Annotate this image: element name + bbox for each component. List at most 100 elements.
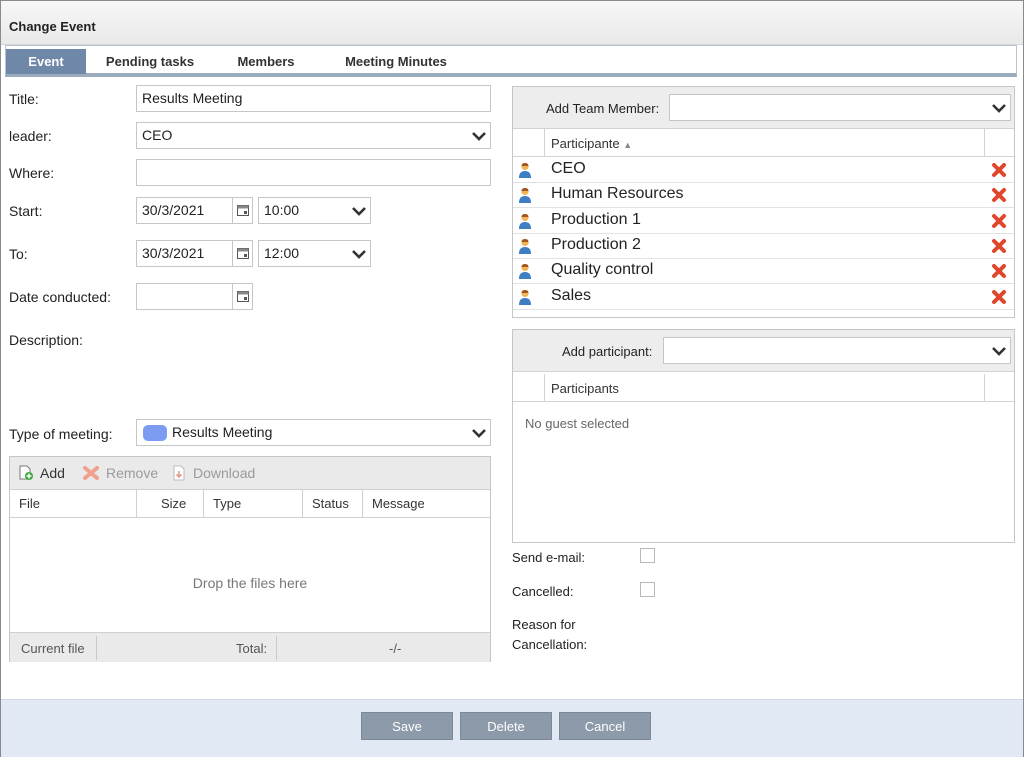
team-members-header: Add Team Member: [513, 87, 1014, 129]
remove-icon [83, 466, 99, 480]
start-time-value: 10:00 [264, 202, 300, 218]
title-label: Title: [9, 91, 39, 107]
where-label: Where: [9, 165, 55, 181]
change-event-window: Change Event Event Pending tasks Members… [0, 0, 1024, 757]
team-member-name: CEO [551, 160, 586, 177]
start-time-select[interactable]: 10:00 [258, 197, 371, 224]
add-team-member-label: Add Team Member: [546, 101, 660, 116]
chevron-down-icon[interactable] [348, 240, 370, 267]
user-icon [519, 238, 531, 254]
delete-member-icon[interactable] [991, 289, 1007, 305]
delete-member-icon[interactable] [991, 187, 1007, 203]
user-icon [519, 213, 531, 229]
guests-column-header: Participants [513, 374, 1014, 402]
column-size: Size [137, 490, 204, 517]
tab-event[interactable]: Event [6, 49, 86, 74]
chevron-down-icon[interactable] [468, 122, 490, 149]
guests-header: Add participant: [513, 330, 1014, 372]
team-member-row[interactable]: CEO [513, 158, 1014, 183]
leader-label: leader: [9, 128, 52, 144]
team-member-row[interactable]: Human Resources [513, 183, 1014, 209]
team-member-row[interactable]: Sales [513, 285, 1014, 310]
delete-button[interactable]: Delete [460, 712, 552, 740]
user-icon [519, 264, 531, 280]
team-member-name: Quality control [551, 261, 654, 279]
delete-member-icon[interactable] [991, 238, 1007, 254]
cancel-button[interactable]: Cancel [559, 712, 651, 740]
status-separator [96, 636, 97, 660]
participants-column: Participants [551, 381, 619, 396]
reason-label-line1: Reason for [512, 617, 576, 632]
dialog-footer: Save Delete Cancel [1, 699, 1023, 757]
calendar-icon[interactable] [232, 197, 252, 224]
team-member-row[interactable]: Production 2 [513, 234, 1014, 259]
team-member-name: Sales [551, 286, 592, 304]
download-file-button[interactable]: Download [171, 465, 255, 481]
chevron-down-icon[interactable] [988, 94, 1010, 121]
delete-member-icon[interactable] [991, 162, 1007, 178]
add-file-icon [19, 465, 33, 480]
start-date-input[interactable]: 30/3/2021 [136, 197, 253, 224]
team-members-column-header: Participante ▲ [513, 129, 1014, 157]
type-of-meeting-select[interactable]: Results Meeting [136, 419, 491, 446]
send-email-label: Send e-mail: [512, 550, 585, 565]
start-label: Start: [9, 203, 43, 219]
description-label: Description: [9, 332, 83, 348]
team-member-name: Production 1 [551, 210, 641, 228]
user-icon [519, 188, 531, 204]
type-of-meeting-value: Results Meeting [172, 424, 273, 440]
send-email-checkbox[interactable] [640, 548, 655, 563]
to-date-value: 30/3/2021 [142, 245, 205, 261]
guests-panel: Add participant: Participants No guest s… [512, 329, 1015, 543]
leader-value: CEO [142, 127, 173, 143]
title-input[interactable]: Results Meeting [136, 85, 491, 112]
column-type: Type [204, 490, 303, 517]
date-conducted-label: Date conducted: [9, 289, 111, 305]
where-input[interactable] [136, 159, 491, 186]
add-team-member-select[interactable] [669, 94, 1011, 121]
calendar-icon[interactable] [232, 240, 252, 267]
chevron-down-icon[interactable] [988, 337, 1010, 364]
user-icon [519, 162, 531, 178]
participante-column[interactable]: Participante ▲ [551, 136, 632, 151]
reason-label-line2: Cancellation: [512, 637, 588, 652]
status-separator [276, 636, 277, 660]
total-label: Total: [236, 641, 268, 656]
download-icon [173, 465, 185, 481]
no-guest-text: No guest selected [525, 416, 630, 431]
date-conducted-input[interactable] [136, 283, 253, 310]
calendar-icon[interactable] [232, 283, 252, 310]
to-date-input[interactable]: 30/3/2021 [136, 240, 253, 267]
to-time-select[interactable]: 12:00 [258, 240, 371, 267]
user-icon [519, 289, 531, 305]
tab-bar: Event Pending tasks Members Meeting Minu… [5, 45, 1017, 77]
to-label: To: [9, 246, 28, 262]
meeting-color-swatch [143, 425, 167, 441]
tab-meeting-minutes[interactable]: Meeting Minutes [330, 46, 462, 73]
save-button[interactable]: Save [361, 712, 453, 740]
chevron-down-icon[interactable] [348, 197, 370, 224]
tab-members[interactable]: Members [228, 46, 304, 73]
add-participant-select[interactable] [663, 337, 1011, 364]
cancelled-checkbox[interactable] [640, 582, 655, 597]
leader-select[interactable]: CEO [136, 122, 491, 149]
chevron-down-icon[interactable] [468, 419, 490, 446]
add-file-button[interactable]: Add [18, 465, 65, 481]
total-value: -/- [389, 641, 402, 656]
team-members-panel: Add Team Member: Participante ▲ CEO Human… [512, 86, 1015, 318]
team-member-row[interactable]: Production 1 [513, 209, 1014, 234]
delete-member-icon[interactable] [991, 213, 1007, 229]
file-upload-panel: Add Remove Download File Size Type Statu… [9, 456, 491, 662]
window-title: Change Event [9, 19, 96, 34]
drop-zone-text: Drop the files here [192, 575, 308, 591]
upload-toolbar: Add Remove Download [10, 457, 490, 490]
column-message: Message [372, 496, 425, 511]
remove-file-button[interactable]: Remove [82, 465, 158, 481]
delete-member-icon[interactable] [991, 263, 1007, 279]
team-member-name: Human Resources [551, 185, 684, 203]
upload-status-bar: Current file Total: -/- [10, 632, 490, 662]
column-status: Status [303, 490, 363, 517]
tab-pending-tasks[interactable]: Pending tasks [100, 46, 200, 73]
start-date-value: 30/3/2021 [142, 202, 205, 218]
team-member-row[interactable]: Quality control [513, 259, 1014, 285]
